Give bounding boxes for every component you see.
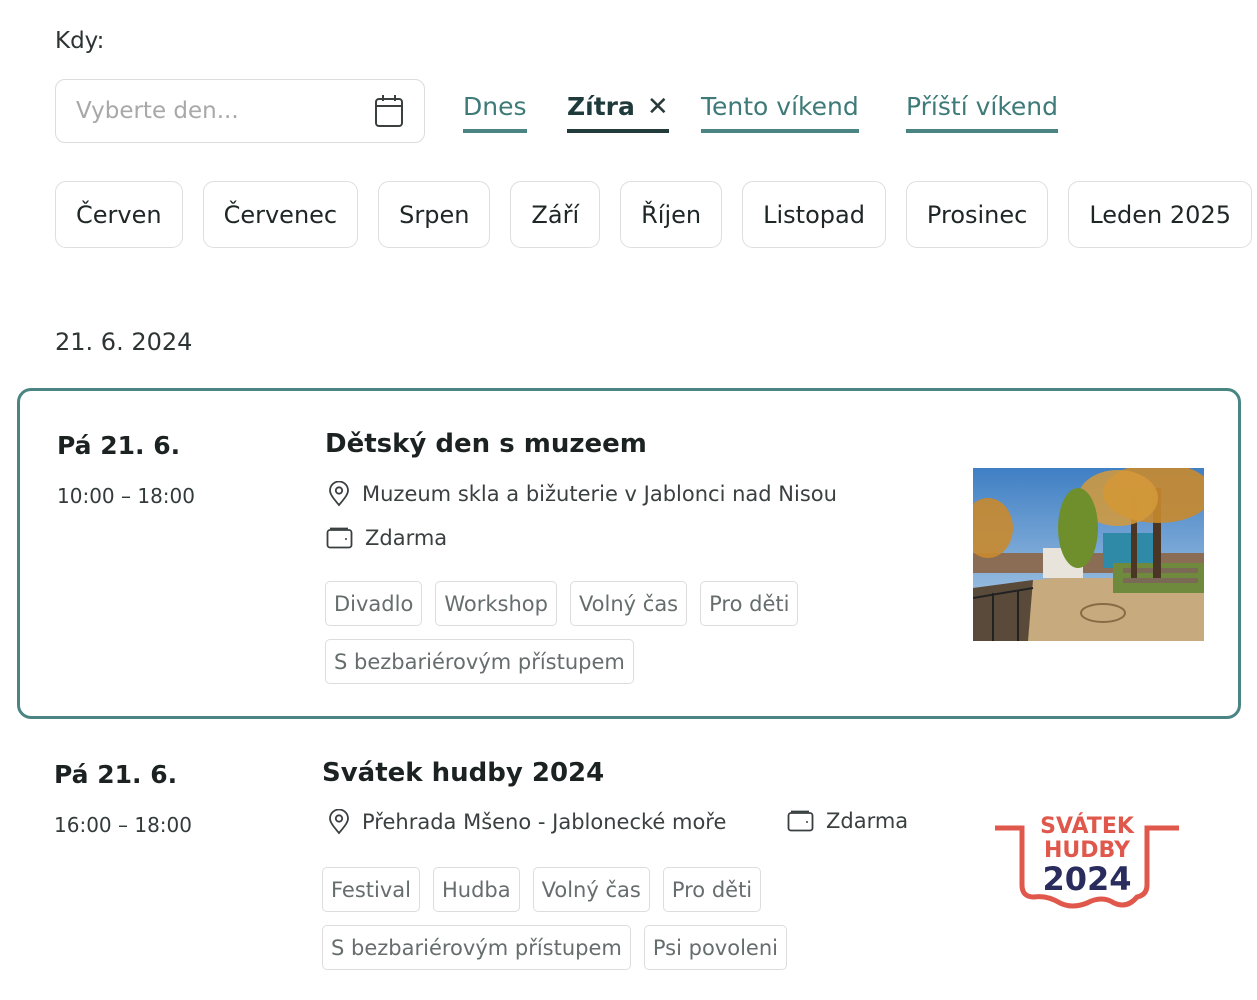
month-button[interactable]: Leden 2025: [1068, 181, 1252, 248]
event-location: Přehrada Mšeno - Jablonecké moře: [328, 809, 726, 835]
tag[interactable]: Volný čas: [569, 581, 688, 626]
month-button[interactable]: Listopad: [742, 181, 886, 248]
quick-filter-label: Zítra: [567, 92, 635, 121]
quick-filter-next-weekend[interactable]: Příští víkend: [906, 92, 1059, 133]
event-time: 16:00 – 18:00: [54, 813, 192, 837]
event-time: 10:00 – 18:00: [57, 484, 195, 508]
price-text: Zdarma: [365, 526, 448, 550]
logo-line-3: 2024: [1042, 860, 1131, 898]
event-image[interactable]: [973, 468, 1204, 641]
event-title[interactable]: Svátek hudby 2024: [322, 758, 604, 788]
location-pin-icon: [329, 809, 349, 835]
event-card[interactable]: Pá 21. 6. 16:00 – 18:00 Svátek hudby 202…: [17, 720, 1241, 1000]
tag[interactable]: Workshop: [435, 581, 557, 626]
event-card[interactable]: Pá 21. 6. 10:00 – 18:00 Dětský den s muz…: [17, 388, 1241, 719]
quick-filter-this-weekend[interactable]: Tento víkend: [701, 92, 859, 133]
quick-filter-label: Příští víkend: [906, 92, 1059, 121]
tag[interactable]: Festival: [322, 867, 420, 912]
tag[interactable]: Pro děti: [662, 867, 762, 912]
month-button[interactable]: Srpen: [378, 181, 491, 248]
event-price: Zdarma: [787, 809, 908, 833]
when-label: Kdy:: [55, 28, 105, 54]
event-tags: Festival Hudba Volný čas Pro děti S bezb…: [322, 867, 882, 970]
event-day: Pá 21. 6.: [54, 760, 178, 789]
month-button[interactable]: Září: [510, 181, 601, 248]
wallet-icon: [326, 527, 353, 549]
quick-filter-tomorrow[interactable]: Zítra ✕: [567, 92, 669, 133]
calendar-icon[interactable]: [374, 94, 404, 128]
date-picker-field[interactable]: [55, 79, 425, 143]
tag[interactable]: Hudba: [433, 867, 520, 912]
location-text: Muzeum skla a bižuterie v Jablonci nad N…: [362, 482, 837, 506]
quick-filter-label: Tento víkend: [701, 92, 859, 121]
wallet-icon: [787, 810, 814, 832]
month-filter-list: Červen Červenec Srpen Září Říjen Listopa…: [55, 181, 1252, 248]
quick-filter-today[interactable]: Dnes: [463, 92, 527, 133]
month-button[interactable]: Prosinec: [905, 181, 1049, 248]
event-title[interactable]: Dětský den s muzeem: [325, 429, 647, 459]
month-button[interactable]: Říjen: [620, 181, 723, 248]
tag[interactable]: Psi povoleni: [643, 925, 787, 970]
month-button[interactable]: Červen: [55, 181, 183, 248]
close-icon[interactable]: ✕: [647, 94, 669, 120]
location-text: Přehrada Mšeno - Jablonecké moře: [362, 810, 727, 834]
month-button[interactable]: Červenec: [202, 181, 359, 248]
event-location: Muzeum skla a bižuterie v Jablonci nad N…: [328, 481, 837, 507]
tag[interactable]: S bezbariérovým přístupem: [325, 639, 634, 684]
event-logo[interactable]: SVÁTEK HUDBY 2024: [992, 805, 1182, 915]
location-pin-icon: [329, 481, 349, 507]
tag[interactable]: S bezbariérovým přístupem: [322, 925, 631, 970]
event-tags: Divadlo Workshop Volný čas Pro děti S be…: [325, 581, 885, 684]
event-price: Zdarma: [326, 526, 447, 550]
price-text: Zdarma: [826, 809, 909, 833]
quick-filter-label: Dnes: [463, 92, 527, 121]
date-input[interactable]: [76, 98, 374, 124]
tag[interactable]: Volný čas: [532, 867, 650, 912]
tag[interactable]: Pro děti: [700, 581, 799, 626]
logo-line-1: SVÁTEK: [1040, 813, 1135, 839]
event-day: Pá 21. 6.: [57, 431, 181, 460]
tag[interactable]: Divadlo: [325, 581, 423, 626]
day-heading: 21. 6. 2024: [55, 328, 193, 356]
